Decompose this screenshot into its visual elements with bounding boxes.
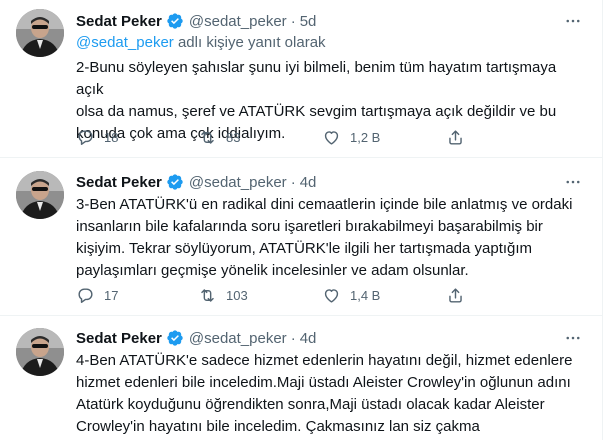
separator-dot: · bbox=[290, 173, 296, 191]
reply-count: 17 bbox=[104, 287, 119, 303]
more-icon[interactable] bbox=[562, 173, 584, 191]
share-icon bbox=[449, 287, 462, 303]
tweet-actions: 17 103 1,4 B bbox=[76, 285, 576, 305]
retweet-icon bbox=[201, 288, 214, 302]
reply-button[interactable]: 17 bbox=[76, 285, 118, 305]
author-name[interactable]: Sedat Peker bbox=[76, 330, 162, 347]
tweet[interactable]: Sedat Peker @sedat_peker · 4d 3-Ben ATAT… bbox=[0, 158, 602, 316]
tweet-header: Sedat Peker @sedat_peker · 4d bbox=[76, 172, 316, 192]
tweet-header: Sedat Peker @sedat_peker · 5d bbox=[76, 11, 316, 31]
verified-badge-icon bbox=[166, 12, 184, 30]
replying-to: @sedat_peker adlı kişiye yanıt olarak bbox=[76, 34, 326, 51]
like-button[interactable]: 1,2 B bbox=[322, 127, 380, 147]
avatar[interactable] bbox=[16, 328, 64, 376]
separator-dot: · bbox=[290, 329, 296, 347]
verified-badge-icon bbox=[166, 329, 184, 347]
tweet-header: Sedat Peker @sedat_peker · 4d bbox=[76, 328, 316, 348]
tweet-text: 4-Ben ATATÜRK'e sadece hizmet edenlerin … bbox=[76, 352, 573, 435]
retweet-button[interactable]: 83 bbox=[198, 127, 240, 147]
author-name[interactable]: Sedat Peker bbox=[76, 174, 162, 191]
reply-icon bbox=[78, 129, 93, 145]
tweet[interactable]: Sedat Peker @sedat_peker · 4d 4-Ben ATAT… bbox=[0, 316, 602, 440]
like-count: 1,2 B bbox=[350, 129, 381, 145]
author-name[interactable]: Sedat Peker bbox=[76, 13, 162, 30]
timestamp[interactable]: 4d bbox=[300, 174, 317, 191]
like-icon bbox=[324, 130, 339, 145]
share-button[interactable] bbox=[446, 285, 474, 305]
reply-icon bbox=[78, 287, 93, 303]
retweet-count: 103 bbox=[226, 287, 248, 303]
reply-button[interactable]: 18 bbox=[76, 127, 118, 147]
author-handle[interactable]: @sedat_peker bbox=[189, 330, 287, 347]
more-icon[interactable] bbox=[562, 12, 584, 30]
like-button[interactable]: 1,4 B bbox=[322, 285, 380, 305]
separator-dot: · bbox=[290, 12, 296, 30]
timeline-border bbox=[602, 0, 603, 440]
author-handle[interactable]: @sedat_peker bbox=[189, 13, 287, 30]
more-icon[interactable] bbox=[562, 329, 584, 347]
retweet-button[interactable]: 103 bbox=[198, 285, 248, 305]
retweet-icon bbox=[201, 130, 214, 144]
avatar[interactable] bbox=[16, 9, 64, 57]
retweet-count: 83 bbox=[226, 129, 241, 145]
like-count: 1,4 B bbox=[350, 287, 381, 303]
share-icon bbox=[449, 129, 462, 145]
tweet[interactable]: Sedat Peker @sedat_peker · 5d @sedat_pek… bbox=[0, 0, 602, 158]
reply-suffix: adlı kişiye yanıt olarak bbox=[173, 34, 326, 51]
like-icon bbox=[324, 288, 339, 303]
verified-badge-icon bbox=[166, 173, 184, 191]
share-button[interactable] bbox=[446, 127, 474, 147]
reply-mention-link[interactable]: @sedat_peker bbox=[76, 34, 174, 51]
tweet-text: 3-Ben ATATÜRK'ü en radikal dini cemaatle… bbox=[76, 196, 573, 279]
timestamp[interactable]: 4d bbox=[300, 330, 317, 347]
author-handle[interactable]: @sedat_peker bbox=[189, 174, 287, 191]
timestamp[interactable]: 5d bbox=[300, 13, 317, 30]
avatar[interactable] bbox=[16, 171, 64, 219]
tweet-actions: 18 83 1,2 B bbox=[76, 127, 576, 147]
reply-count: 18 bbox=[104, 129, 119, 145]
